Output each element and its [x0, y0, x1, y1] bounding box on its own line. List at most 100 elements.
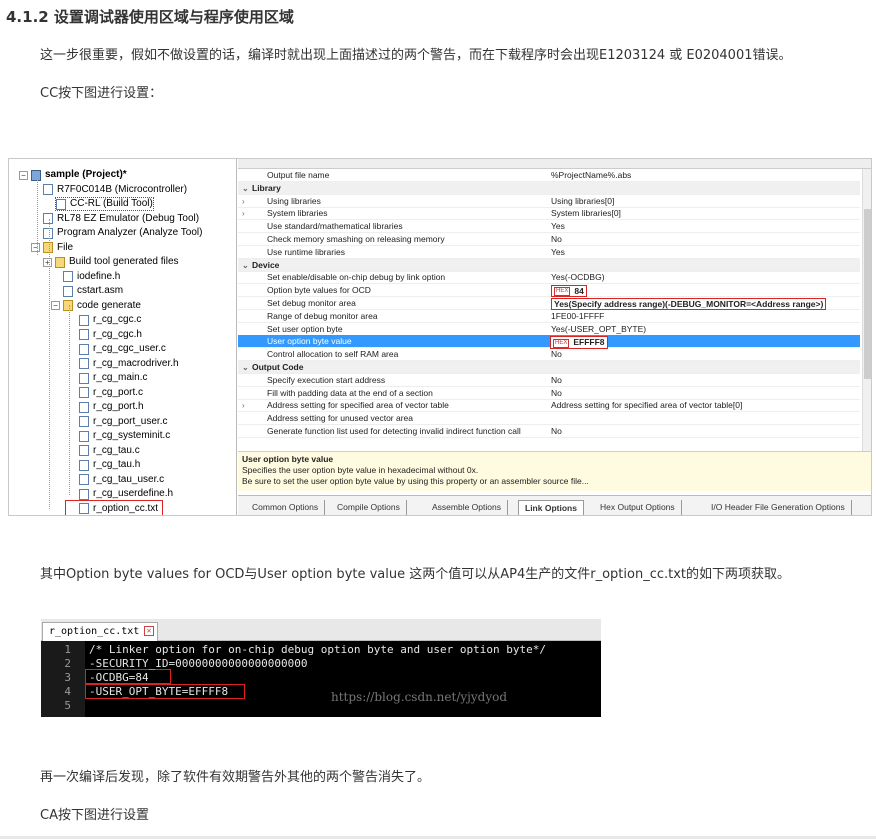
tree-item[interactable]: r_cg_tau.h — [79, 458, 140, 472]
tree-item[interactable]: r_cg_macrodriver.h — [79, 357, 179, 371]
tree-item[interactable]: cstart.asm — [63, 284, 123, 298]
property-row[interactable]: Specify execution start address No — [238, 374, 860, 387]
property-value[interactable]: No — [551, 233, 562, 246]
property-row[interactable]: Set enable/disable on-chip debug by link… — [238, 271, 860, 285]
project-icon — [31, 169, 41, 181]
property-value[interactable]: HEX EFFFF8 — [550, 336, 608, 349]
tab-compile-options[interactable]: Compile Options — [331, 500, 407, 515]
tree-item[interactable]: r_cg_tau.c — [79, 444, 140, 458]
property-row[interactable]: Set user option byte Yes(-USER_OPT_BYTE) — [238, 323, 860, 336]
property-value-text: 84 — [574, 286, 584, 297]
tree-item[interactable]: r_cg_systeminit.c — [79, 429, 170, 443]
property-value[interactable]: 1FE00-1FFFF — [551, 310, 604, 323]
expand-icon[interactable]: + — [43, 257, 52, 267]
close-icon[interactable]: ✕ — [144, 626, 154, 636]
property-row[interactable]: User option byte value HEX EFFFF8 — [238, 335, 860, 349]
tab-link-options[interactable]: Link Options — [518, 500, 584, 515]
tree-item[interactable]: r_cg_port.c — [79, 386, 143, 400]
scrollbar-thumb[interactable] — [864, 209, 871, 379]
tree-item[interactable]: r_cg_port_user.c — [79, 415, 168, 429]
property-value[interactable]: Address setting for specified area of ve… — [551, 399, 742, 412]
property-name: Specify execution start address — [267, 374, 386, 385]
tree-item[interactable]: r_cg_cgc.h — [79, 328, 142, 342]
property-value[interactable]: System libraries[0] — [551, 207, 621, 220]
file-icon — [79, 329, 89, 340]
tree-item[interactable]: r_cg_tau_user.c — [79, 473, 164, 487]
property-value-text: 1FE00-1FFFF — [551, 310, 605, 321]
file-icon — [79, 474, 89, 485]
property-value[interactable]: No — [551, 374, 562, 387]
tree-item[interactable]: r_cg_port.h — [79, 400, 144, 414]
property-value-text: No — [551, 234, 562, 244]
line-number: 5 — [64, 699, 71, 712]
property-value-text: No — [551, 349, 562, 360]
property-value[interactable]: No — [551, 348, 562, 361]
property-value[interactable]: Yes — [551, 246, 565, 259]
chevron-right-icon[interactable]: › — [242, 399, 245, 412]
code-line[interactable]: -SECURITY_ID=00000000000000000000 — [89, 657, 308, 671]
tree-item[interactable]: R7F0C014B (Microcontroller) — [43, 183, 187, 197]
tree-item[interactable]: + Build tool generated files — [43, 255, 179, 269]
tab-common-options[interactable]: Common Options — [246, 500, 326, 515]
property-value-text: %ProjectName%.abs — [551, 170, 632, 180]
tab-i-o-header-file-generation-options[interactable]: I/O Header File Generation Options — [705, 500, 852, 515]
property-value[interactable]: Yes(Specify address range)(-DEBUG_MONITO… — [551, 298, 827, 310]
file-tab[interactable]: r_option_cc.txt ✕ — [42, 622, 158, 641]
tree-item[interactable]: − code generate — [51, 299, 141, 313]
tree-item[interactable]: CC-RL (Build Tool) — [55, 197, 154, 211]
code-line[interactable]: -OCDBG=84 — [89, 671, 149, 685]
property-row[interactable]: Fill with padding data at the end of a s… — [238, 387, 860, 400]
property-value[interactable]: %ProjectName%.abs — [551, 169, 631, 182]
property-value[interactable]: Yes(-OCDBG) — [551, 271, 605, 284]
collapse-icon[interactable]: − — [51, 301, 60, 310]
tree-item[interactable]: r_cg_cgc.c — [79, 313, 141, 327]
tree-item[interactable]: RL78 EZ Emulator (Debug Tool) — [43, 212, 199, 226]
property-row[interactable]: Output file name %ProjectName%.abs — [238, 169, 860, 182]
property-value[interactable]: Using libraries[0] — [551, 195, 614, 208]
property-row[interactable]: › System libraries System libraries[0] — [238, 207, 860, 221]
property-scrollbar[interactable] — [862, 169, 871, 454]
tree-item[interactable]: − sample (Project)* — [19, 168, 127, 182]
tree-item[interactable]: Program Analyzer (Analyze Tool) — [43, 226, 202, 240]
property-row[interactable]: Address setting for unused vector area — [238, 412, 860, 426]
chevron-down-icon[interactable]: ⌄ — [242, 182, 249, 195]
property-row[interactable]: Range of debug monitor area 1FE00-1FFFF — [238, 310, 860, 323]
chevron-down-icon[interactable]: ⌄ — [242, 259, 249, 272]
property-row[interactable]: Generate function list used for detectin… — [238, 425, 860, 438]
property-row[interactable]: › Address setting for specified area of v… — [238, 399, 860, 413]
property-value[interactable]: HEX 84 — [551, 285, 587, 298]
chevron-right-icon[interactable]: › — [242, 195, 245, 208]
collapse-icon[interactable]: − — [19, 170, 28, 180]
property-value[interactable]: No — [551, 425, 562, 438]
tree-item[interactable]: r_cg_main.c — [79, 371, 147, 385]
code-line[interactable]: /* Linker option for on-chip debug optio… — [89, 643, 546, 657]
tree-item[interactable]: iodefine.h — [63, 270, 120, 284]
property-row[interactable]: › Using libraries Using libraries[0] — [238, 195, 860, 208]
property-name: Output Code — [252, 362, 304, 372]
chevron-right-icon[interactable]: › — [242, 207, 245, 220]
property-row[interactable]: Check memory smashing on releasing memor… — [238, 233, 860, 246]
property-category[interactable]: ⌄ Device — [238, 258, 860, 272]
tab-assemble-options[interactable]: Assemble Options — [426, 500, 508, 515]
property-value[interactable]: Yes — [551, 220, 565, 233]
property-name: System libraries — [267, 208, 328, 219]
property-row[interactable]: Option byte values for OCD HEX 84 — [238, 284, 860, 298]
tree-item[interactable]: r_cg_userdefine.h — [79, 487, 173, 501]
file-icon — [56, 198, 66, 210]
property-row[interactable]: Use standard/mathematical libraries Yes — [238, 220, 860, 234]
property-value[interactable]: Yes(-USER_OPT_BYTE) — [551, 323, 646, 336]
code-line[interactable]: -USER_OPT_BYTE=EFFFF8 — [89, 685, 228, 699]
property-category[interactable]: ⌄ Library — [238, 181, 860, 195]
property-row[interactable]: Control allocation to self RAM area No — [238, 348, 860, 362]
tab-hex-output-options[interactable]: Hex Output Options — [594, 500, 682, 515]
tree-item[interactable]: r_cg_cgc_user.c — [79, 342, 166, 356]
property-value[interactable]: No — [551, 387, 562, 400]
property-category[interactable]: ⌄ Output Code — [238, 361, 860, 374]
property-row[interactable]: Use runtime libraries Yes — [238, 246, 860, 259]
property-value-text: Yes(-OCDBG) — [551, 272, 605, 283]
property-row[interactable]: Set debug monitor area Yes(Specify addres… — [238, 297, 860, 310]
chevron-down-icon[interactable]: ⌄ — [242, 361, 249, 374]
file-icon — [63, 285, 73, 297]
file-icon — [79, 459, 89, 471]
collapse-icon[interactable]: − — [31, 243, 40, 252]
